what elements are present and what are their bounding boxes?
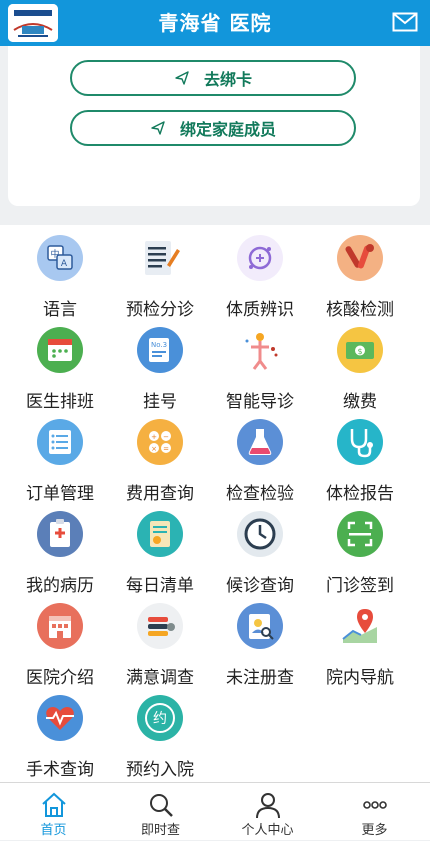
bind-card-button[interactable]: 去绑卡 [70,60,356,96]
page-title: 青海省 医院 [158,11,272,35]
search-icon [150,794,173,817]
grid-item-label: 未注册查 [226,668,294,688]
svg-text:约: 约 [153,711,167,727]
tab-label: 即时查 [140,823,180,838]
scan-checkin-icon [337,511,383,557]
svg-text:×: × [151,445,157,453]
grid-item-smart-guide[interactable]: 智能导诊 [210,317,310,412]
svg-text:=: = [163,445,169,453]
svg-text:中: 中 [50,248,59,260]
grid-item-medical-record[interactable]: 我的病历 [10,501,110,596]
doctor-schedule-icon [37,327,83,373]
constitution-icon [237,235,283,281]
grid-item-surgery-query[interactable]: 手术查询 [10,685,110,780]
svg-text:$: $ [357,347,362,356]
tab-profile[interactable]: 个人中心 [214,783,321,841]
clock-icon [237,511,283,557]
grid-item-label: 院内导航 [326,668,394,688]
grid-item-payment[interactable]: $ 缴费 [310,317,410,412]
tab-label: 更多 [361,823,388,838]
function-grid: 中A 语言 预检分诊 体质辨识 核酸检测 医生排班 No.3 挂号 智能导诊 $… [0,225,430,782]
bind-family-button[interactable]: 绑定家庭成员 [70,110,356,146]
tab-label: 个人中心 [241,823,294,838]
hospital-intro-icon [37,603,83,649]
smart-guide-icon [237,327,283,373]
bind-family-label: 绑定家庭成员 [179,120,276,139]
nucleic-test-icon [337,235,383,281]
svg-text:+: + [151,433,157,441]
survey-icon [137,603,183,649]
grid-item-label: 预约入院 [126,760,194,780]
triage-icon [137,235,183,281]
bottom-nav: 首页 即时查 个人中心 更多 [0,782,430,840]
grid-item-survey[interactable]: 满意调查 [110,593,210,688]
svg-text:−: − [163,433,169,441]
grid-item-lab[interactable]: 检查检验 [210,409,310,504]
stethoscope-icon [337,419,383,465]
bind-card-label: 去绑卡 [203,70,252,89]
grid-item-appointment[interactable]: 约 预约入院 [110,685,210,780]
grid-item-fee-query[interactable]: + − × = 费用查询 [110,409,210,504]
grid-item-order[interactable]: 订单管理 [10,409,110,504]
app-header: 青海省 医院 [0,0,430,46]
grid-item-language[interactable]: 中A 语言 [10,225,110,320]
tab-home[interactable]: 首页 [0,783,107,841]
map-pin-icon [337,603,383,649]
grid-item-constitution[interactable]: 体质辨识 [210,225,310,320]
language-icon: 中A [37,235,83,281]
appointment-icon: 约 [137,695,183,741]
more-dots-icon [363,801,387,809]
order-icon [37,419,83,465]
grid-item-navigation[interactable]: 院内导航 [310,593,410,688]
grid-item-register[interactable]: No.3 挂号 [110,317,210,412]
lab-flask-icon [237,419,283,465]
grid-item-hospital-intro[interactable]: 医院介绍 [10,593,110,688]
grid-item-label: 手术查询 [26,760,94,780]
tab-more[interactable]: 更多 [321,783,428,841]
grid-item-unregistered-query[interactable]: 未注册查 [210,593,310,688]
grid-item-triage[interactable]: 预检分诊 [110,225,210,320]
tab-instant-query[interactable]: 即时查 [107,783,214,841]
svg-text:No.3: No.3 [151,341,167,349]
grid-item-nucleic-test[interactable]: 核酸检测 [310,225,410,320]
register-icon: No.3 [137,327,183,373]
mail-icon[interactable] [392,10,418,34]
tab-label: 首页 [40,823,67,838]
fee-query-icon: + − × = [137,419,183,465]
medical-record-icon [37,511,83,557]
heart-pulse-icon [37,695,83,741]
daily-list-icon [137,511,183,557]
grid-item-doctor-schedule[interactable]: 医生排班 [10,317,110,412]
user-icon [256,793,280,819]
grid-item-physical-report[interactable]: 体检报告 [310,409,410,504]
send-arrow-icon [151,121,165,135]
binding-card: 去绑卡 绑定家庭成员 [8,46,420,206]
send-arrow-icon [175,71,189,85]
unregistered-query-icon [237,603,283,649]
grid-item-waiting-query[interactable]: 候诊查询 [210,501,310,596]
svg-text:A: A [61,259,68,269]
home-icon [42,792,66,817]
payment-icon: $ [337,327,383,373]
grid-item-daily-list[interactable]: 每日清单 [110,501,210,596]
grid-item-checkin[interactable]: 门诊签到 [310,501,410,596]
